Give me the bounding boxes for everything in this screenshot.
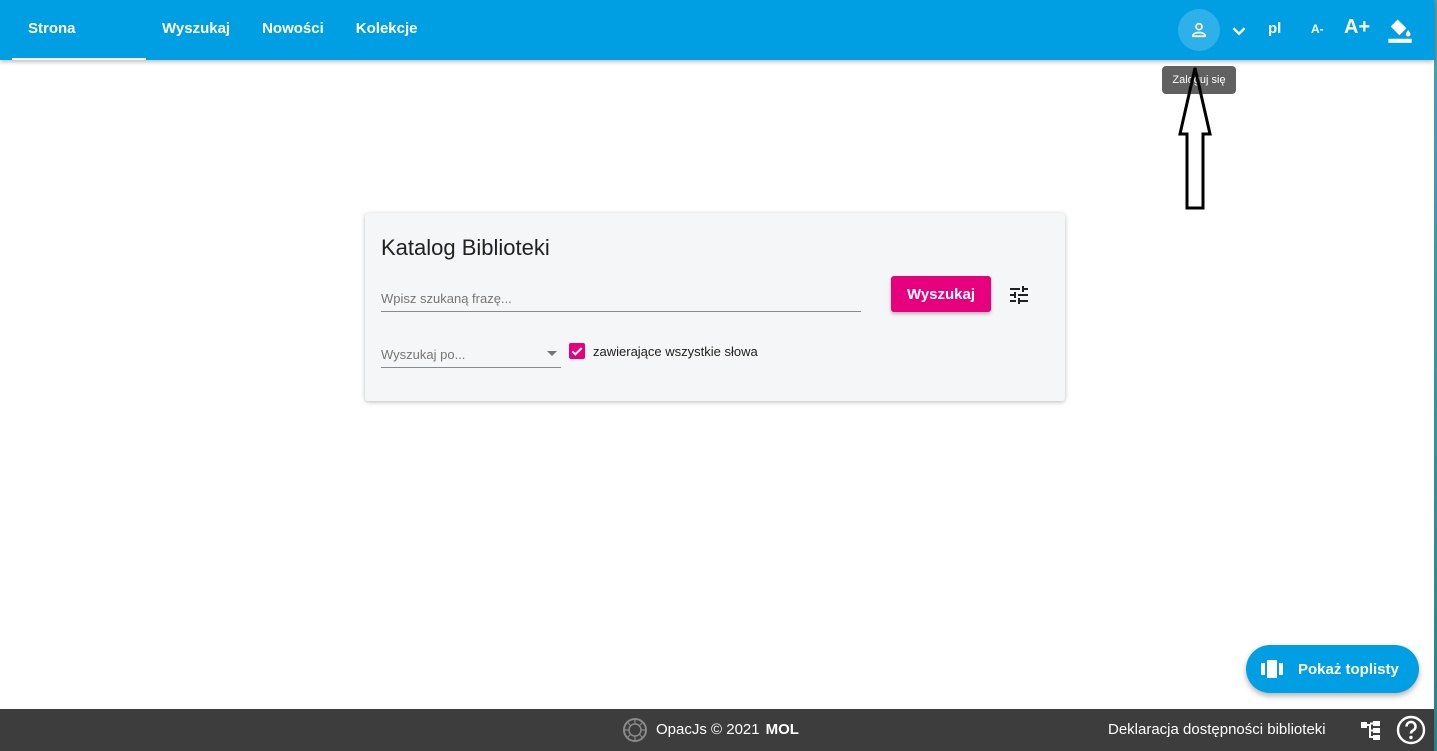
- search-input[interactable]: [381, 285, 861, 312]
- chevron-down-icon[interactable]: [1228, 20, 1250, 42]
- all-words-checkbox[interactable]: [569, 343, 585, 359]
- all-words-label: zawierające wszystkie słowa: [593, 344, 758, 359]
- view-carousel-icon: [1261, 660, 1283, 678]
- tab-new-items[interactable]: Nowości: [246, 0, 340, 60]
- fab-label: Pokaż toplisty: [1298, 661, 1399, 678]
- search-by-select[interactable]: Wyszukaj po...: [381, 340, 561, 368]
- format-color-fill-icon[interactable]: [1386, 16, 1414, 44]
- top-app-bar: Strona główna Wyszukaj Nowości Kolekcje …: [0, 0, 1434, 95]
- account-button[interactable]: [1178, 9, 1220, 51]
- checkmark-icon: [571, 347, 583, 356]
- footer-copyright: OpacJs © 2021 MOL: [656, 721, 799, 738]
- language-switch[interactable]: pl: [1268, 20, 1281, 37]
- font-decrease-button[interactable]: A-: [1311, 22, 1324, 36]
- search-by-placeholder: Wyszukaj po...: [381, 347, 466, 362]
- font-increase-button[interactable]: A+: [1344, 16, 1370, 39]
- sitemap-icon[interactable]: [1360, 719, 1382, 741]
- catalog-title: Katalog Biblioteki: [381, 235, 550, 260]
- copyright-text: OpacJs © 2021: [656, 721, 760, 738]
- tab-search[interactable]: Wyszukaj: [146, 0, 246, 60]
- footer: OpacJs © 2021 MOL Deklaracja dostępności …: [0, 709, 1434, 751]
- tab-collections[interactable]: Kolekcje: [340, 0, 434, 60]
- annotation-arrow: [1178, 67, 1212, 210]
- person-icon: [1191, 22, 1207, 38]
- opacjs-logo-icon: [623, 718, 647, 742]
- accessibility-declaration-link[interactable]: Deklaracja dostępności biblioteki: [1108, 721, 1326, 738]
- tune-icon[interactable]: [1007, 283, 1031, 307]
- tab-home[interactable]: Strona główna: [12, 0, 146, 95]
- show-toplists-button[interactable]: Pokaż toplisty: [1246, 645, 1419, 693]
- caret-down-icon: [547, 351, 557, 356]
- footer-brand[interactable]: MOL: [766, 721, 799, 738]
- main-nav: Strona główna Wyszukaj Nowości Kolekcje: [12, 0, 434, 95]
- help-icon[interactable]: [1396, 715, 1426, 745]
- search-button[interactable]: Wyszukaj: [891, 276, 991, 312]
- search-card: Katalog Biblioteki Wyszukaj Wyszukaj po.…: [365, 213, 1065, 401]
